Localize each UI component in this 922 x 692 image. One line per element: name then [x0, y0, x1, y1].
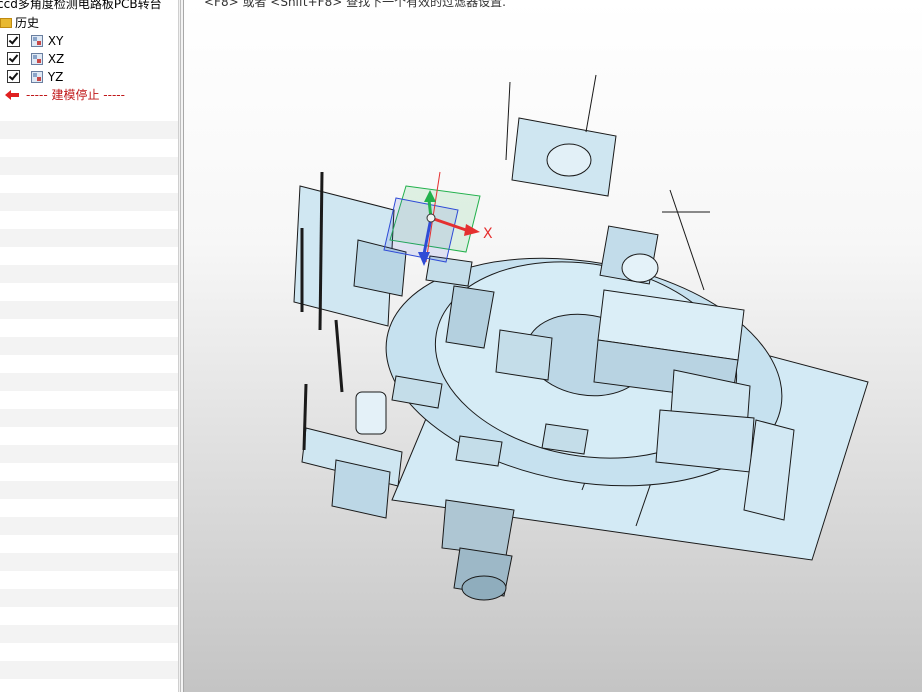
history-label: 历史: [15, 16, 40, 30]
plane-icon: [30, 35, 43, 47]
move-triad[interactable]: X: [383, 171, 493, 266]
cad-assembly-model[interactable]: X: [184, 0, 922, 692]
tree-item-history[interactable]: 历史: [0, 14, 39, 32]
plane-label: YZ: [47, 70, 64, 84]
motor-cylinder: [621, 253, 659, 283]
rollback-bar[interactable]: ----- 建模停止 -----: [4, 86, 125, 104]
plane-icon: [30, 53, 43, 65]
tree-item-plane-yz[interactable]: YZ: [0, 68, 63, 86]
tree-root-label: ccd多角度检测电路板PCB转台: [0, 0, 162, 11]
column-rod: [334, 319, 344, 393]
plane-visibility-checkbox[interactable]: [7, 34, 20, 47]
arrow-left-icon: [5, 90, 19, 100]
triad-origin[interactable]: [426, 213, 436, 223]
tree-root-item[interactable]: ccd多角度检测电路板PCB转台: [0, 0, 162, 13]
column-rod: [302, 383, 308, 451]
gear-motor: [441, 499, 515, 557]
plane-visibility-checkbox[interactable]: [7, 70, 20, 83]
plane-label: XZ: [47, 52, 65, 66]
folder-icon: [0, 18, 12, 28]
plane-visibility-checkbox[interactable]: [7, 52, 20, 65]
camera-lens: [546, 143, 592, 177]
plane-label: XY: [47, 34, 64, 48]
feature-tree-panel: ccd多角度检测电路板PCB转台 历史 XY XZ YZ ----- 建模停止: [0, 0, 178, 692]
tree-background-stripes: [0, 103, 178, 692]
tree-item-plane-xy[interactable]: XY: [0, 32, 63, 50]
camera-rod: [585, 74, 597, 133]
x-axis-label: X: [483, 226, 493, 242]
camera-cylinder: [355, 391, 387, 435]
fixture: [495, 329, 553, 381]
tree-item-plane-xz[interactable]: XZ: [0, 50, 64, 68]
plane-icon: [30, 71, 43, 83]
column-rod: [318, 171, 324, 331]
slide-block: [655, 409, 755, 473]
rollback-label: ----- 建模停止 -----: [26, 88, 125, 102]
3d-viewport[interactable]: <F8> 或者 <Shift+F8> 查找下一个有效的过滤器设置. X: [184, 0, 922, 692]
motor-end-cap: [461, 575, 507, 601]
guide-rod: [669, 189, 705, 291]
camera-rod: [505, 81, 511, 161]
